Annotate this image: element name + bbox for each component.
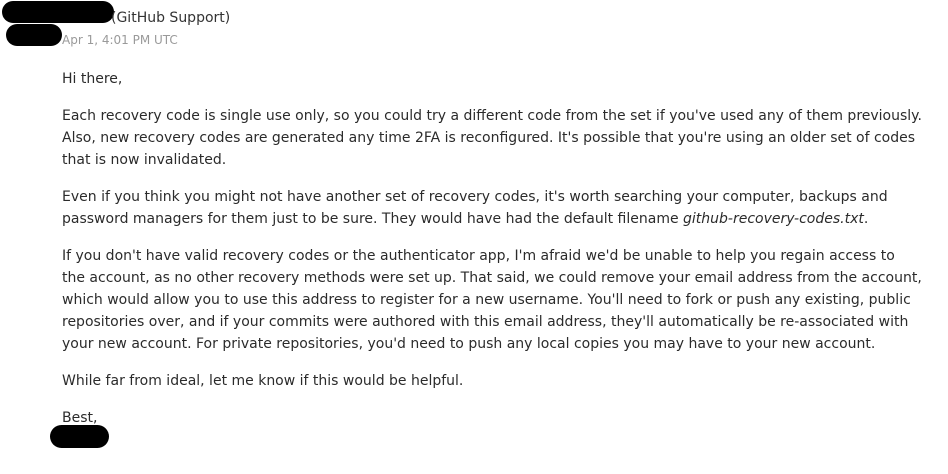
- redacted-signature: [50, 425, 109, 448]
- paragraph-closing: While far from ideal, let me know if thi…: [62, 373, 464, 389]
- greeting: Hi there,: [62, 71, 123, 87]
- paragraph-account-options: If you don't have valid recovery codes o…: [62, 248, 922, 352]
- message-body: Hi there, Each recovery code is single u…: [62, 68, 922, 444]
- message-timestamp: Apr 1, 4:01 PM UTC: [62, 33, 178, 47]
- redacted-avatar: [6, 24, 62, 46]
- paragraph-search-codes: Even if you think you might not have ano…: [62, 186, 922, 230]
- redacted-sender-name: [2, 1, 114, 23]
- paragraph-search-codes-end: .: [863, 211, 869, 227]
- paragraph-recovery-codes: Each recovery code is single use only, s…: [62, 108, 922, 168]
- sender-label: (GitHub Support): [111, 10, 231, 26]
- signoff: Best,: [62, 410, 98, 426]
- recovery-codes-filename: github-recovery-codes.txt: [683, 211, 864, 227]
